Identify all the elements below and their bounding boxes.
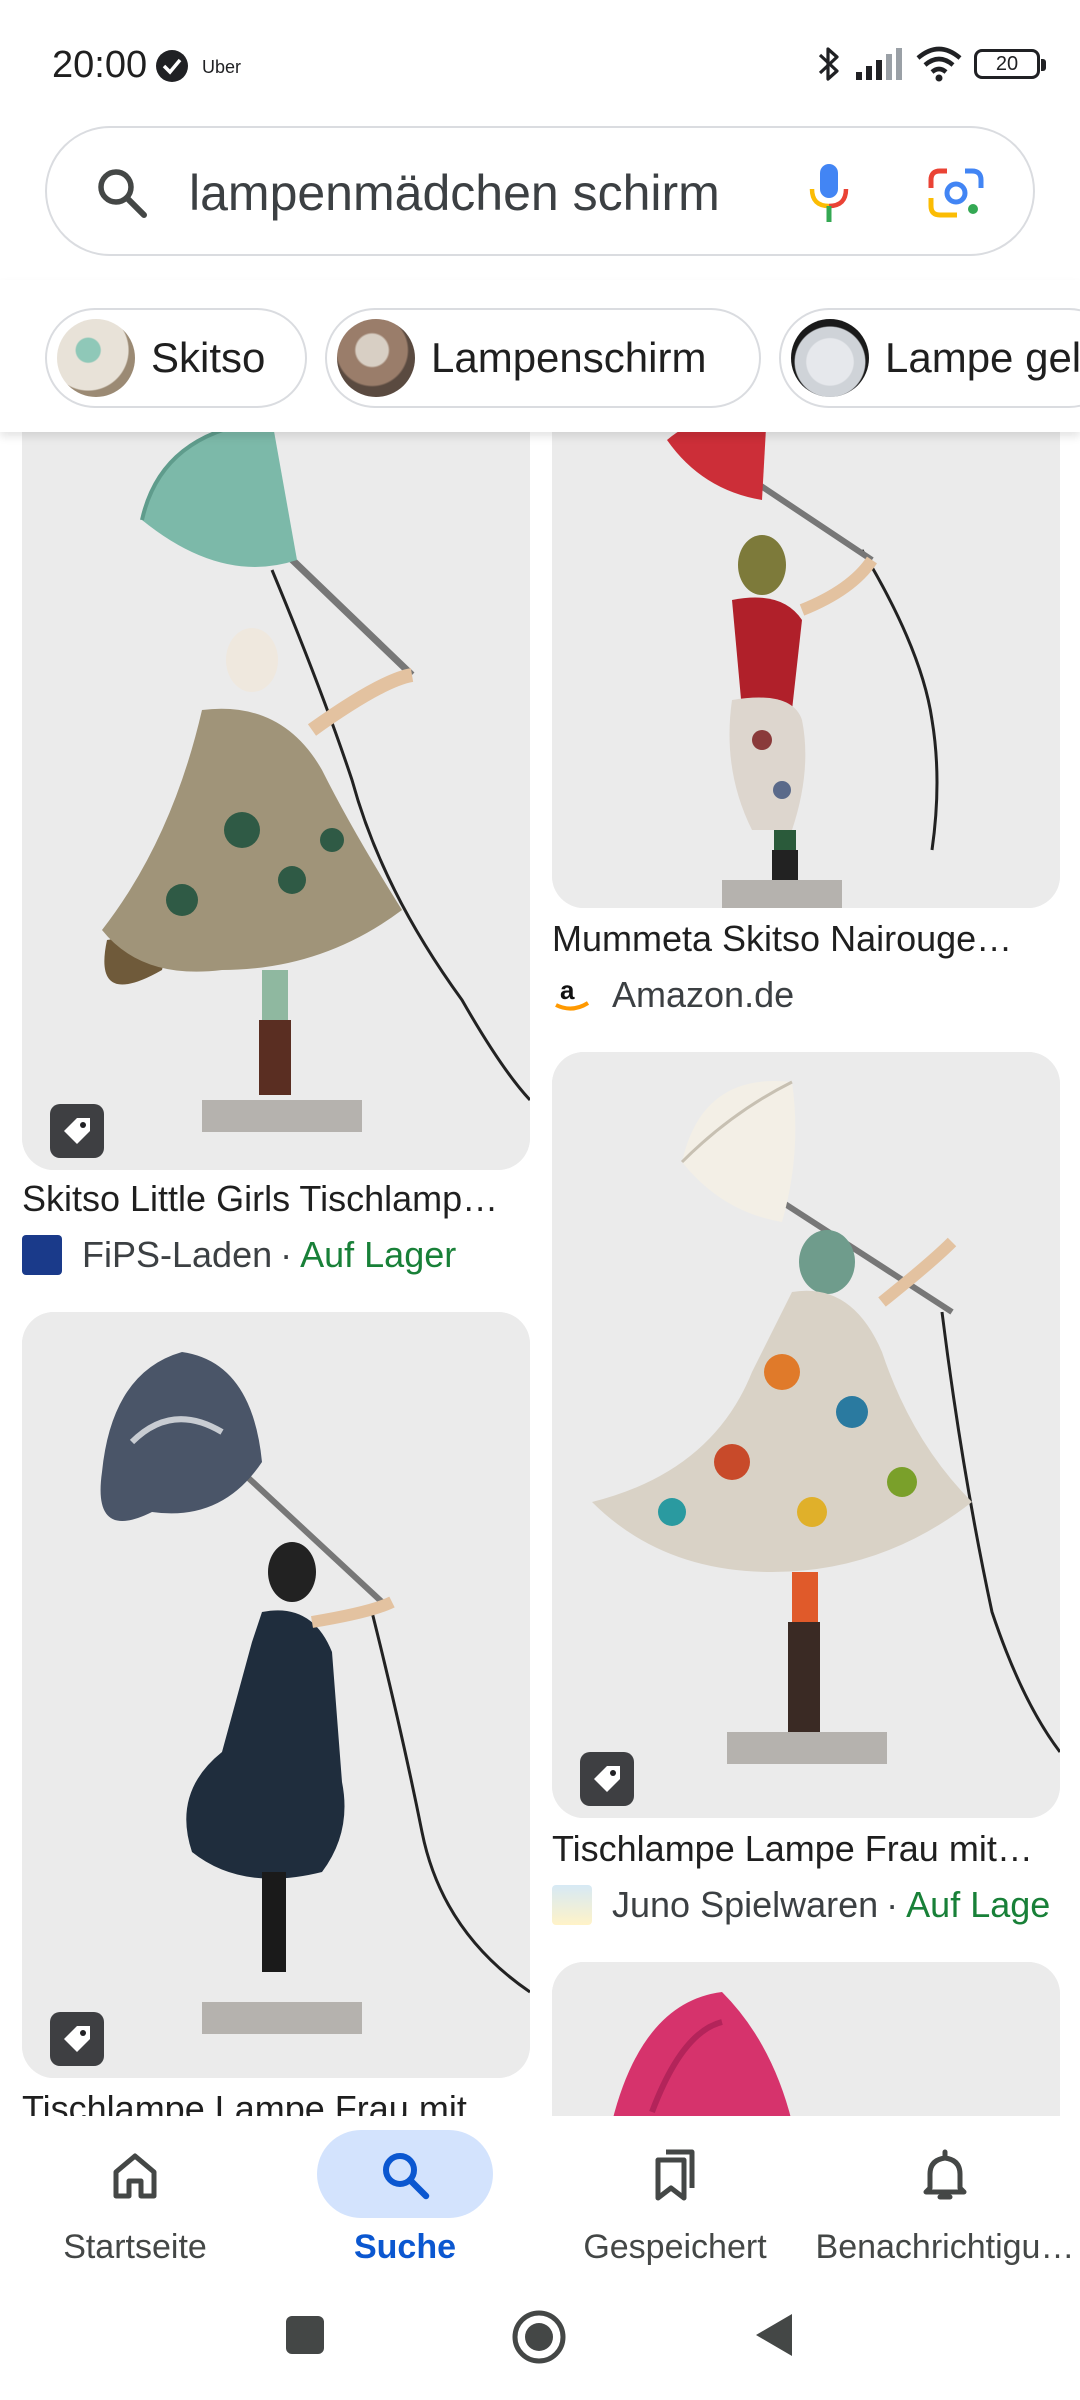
price-tag-icon — [594, 1766, 620, 1792]
mic-icon[interactable] — [807, 162, 851, 226]
status-bar: 20:00 Uber 20 — [0, 0, 1080, 120]
chip-thumbnail — [337, 319, 415, 397]
nav-label: Startseite — [63, 2228, 207, 2266]
chip-label: Lampenschirm — [431, 334, 707, 381]
separator-dot: · — [280, 1234, 293, 1275]
result-title[interactable]: Mummeta Skitso Nairouge… — [552, 918, 1012, 960]
separator-dot: · — [886, 1884, 899, 1925]
bluetooth-icon — [818, 47, 839, 81]
nav-label: Benachrichtigu… — [815, 2228, 1075, 2266]
search-icon — [98, 169, 147, 218]
chip-label: Skitso — [151, 334, 266, 381]
result-title[interactable]: Skitso Little Girls Tischlamp… — [22, 1178, 498, 1220]
bottom-navigation: Startseite Suche Gespeichert Benachricht… — [0, 2116, 1080, 2286]
result-image[interactable] — [552, 410, 1060, 908]
status-icons: 20 — [816, 44, 1046, 84]
result-card[interactable]: Tischlampe Lampe Frau mit… Juno Spielwar… — [552, 1052, 1060, 1932]
system-navigation-bar — [0, 2286, 1080, 2400]
status-time: 20:00 — [52, 44, 148, 86]
chip-lampenschirm[interactable]: Lampenschirm — [325, 308, 761, 408]
nav-label: Suche — [353, 2228, 457, 2266]
search-input[interactable]: lampenmädchen schirm — [189, 164, 720, 222]
source-name: Amazon.de — [612, 974, 795, 1015]
result-image[interactable] — [22, 410, 530, 1170]
lens-camera-icon[interactable] — [927, 166, 985, 220]
google-image-search-screen: 20:00 Uber 20 lampenmädchen schirm Skits… — [0, 0, 1080, 2400]
home-icon — [113, 2153, 157, 2199]
juno-favicon — [552, 1885, 592, 1925]
result-title[interactable]: Tischlampe Lampe Frau mit… — [552, 1828, 1033, 1870]
stock-status: Auf Lager — [300, 1234, 457, 1275]
stock-status: Auf Lage — [906, 1884, 1051, 1925]
result-image[interactable] — [22, 1312, 530, 2078]
nav-notifications[interactable]: Benachrichtigu… — [815, 2116, 1075, 2286]
price-tag-icon — [64, 2026, 90, 2052]
bookmark-icon — [655, 2149, 695, 2201]
lamp-girl-image — [22, 410, 530, 1170]
result-source: FiPS-Laden · Auf Lager — [22, 1234, 456, 1276]
result-card[interactable]: Tischlampe Lampe Frau mit… — [22, 1312, 530, 2129]
source-name: Juno Spielwaren — [612, 1884, 879, 1925]
result-image[interactable] — [552, 1052, 1060, 1818]
chip-label: Lampe gel — [885, 334, 1080, 381]
lamp-girl-image — [552, 1052, 1060, 1818]
result-card[interactable]: Mummeta Skitso Nairouge… a Amazon.de — [552, 410, 1060, 1020]
battery-indicator: 20 — [974, 49, 1046, 79]
shopping-tag-badge — [50, 1104, 104, 1158]
nav-search[interactable]: Suche — [275, 2116, 535, 2286]
search-bar[interactable]: lampenmädchen schirm — [45, 126, 1035, 256]
search-icon — [383, 2153, 430, 2200]
result-source: a Amazon.de — [552, 974, 794, 1016]
nav-home[interactable]: Startseite — [5, 2116, 265, 2286]
result-source: Juno Spielwaren · Auf Lage — [552, 1884, 1050, 1926]
price-tag-icon — [64, 1118, 90, 1144]
nav-label: Gespeichert — [583, 2228, 767, 2266]
amazon-favicon: a — [552, 975, 592, 1015]
fips-favicon — [22, 1235, 62, 1275]
result-card[interactable]: Skitso Little Girls Tischlamp… FiPS-Lade… — [22, 410, 530, 1280]
verified-check-icon — [156, 50, 188, 82]
chip-lampe-gelb[interactable]: Lampe gel — [779, 308, 1080, 408]
signal-icon — [856, 48, 902, 80]
svg-text:a: a — [560, 975, 575, 1005]
result-card[interactable] — [552, 1962, 1060, 2162]
chip-skitso[interactable]: Skitso — [45, 308, 307, 408]
recents-square-icon[interactable] — [284, 2314, 326, 2356]
filter-chips-row: Skitso Lampenschirm Lampe gel — [0, 280, 1080, 432]
chip-thumbnail — [57, 319, 135, 397]
nav-saved[interactable]: Gespeichert — [545, 2116, 805, 2286]
chip-thumbnail — [791, 319, 869, 397]
wifi-icon — [916, 46, 962, 82]
home-circle-icon[interactable] — [510, 2308, 568, 2366]
uber-notification-label: Uber — [202, 57, 242, 77]
lamp-girl-image — [22, 1312, 530, 2078]
shopping-tag-badge — [580, 1752, 634, 1806]
bell-icon — [923, 2149, 967, 2200]
shopping-tag-badge — [50, 2012, 104, 2066]
back-triangle-icon[interactable] — [752, 2310, 796, 2360]
lamp-girl-image — [552, 410, 1060, 908]
source-name: FiPS-Laden — [82, 1234, 273, 1275]
